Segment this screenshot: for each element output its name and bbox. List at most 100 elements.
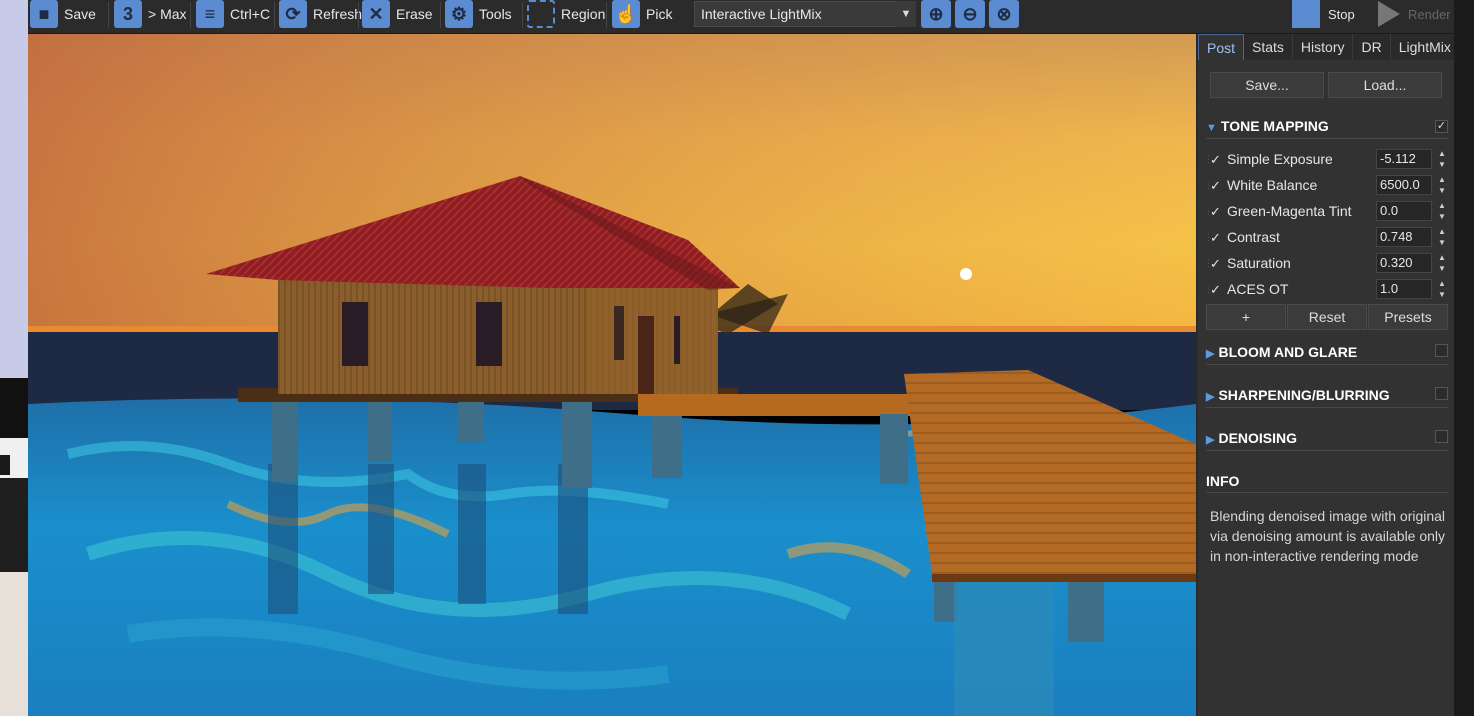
zoom-out-icon[interactable]: ⊖ xyxy=(955,0,985,28)
pick-button[interactable]: ☝ Pick xyxy=(612,0,672,28)
floppy-icon: ■ xyxy=(30,0,58,28)
spinner-icon[interactable]: ▲ ▼ xyxy=(1436,175,1448,195)
desktop-edge xyxy=(0,0,28,716)
spinner-icon[interactable]: ▲ ▼ xyxy=(1436,279,1448,299)
exposure-label: Simple Exposure xyxy=(1227,151,1333,167)
chevron-down-icon[interactable]: ▼ xyxy=(896,1,916,27)
tab-dr[interactable]: DR xyxy=(1353,34,1391,60)
tint-input[interactable]: 0.0 xyxy=(1376,201,1432,221)
tab-history[interactable]: History xyxy=(1293,34,1354,60)
info-text: Blending denoised image with original vi… xyxy=(1210,508,1446,564)
render-image xyxy=(28,34,1196,716)
tools-label: Tools xyxy=(479,6,512,22)
render-viewport[interactable] xyxy=(28,34,1196,716)
tm-row-exposure: ⋮ ✓ Simple Exposure -5.112 ▲ ▼ xyxy=(1204,147,1448,171)
aces-input[interactable]: 1.0 xyxy=(1376,279,1432,299)
denoising-title: DENOISING xyxy=(1218,430,1298,446)
white-balance-checkbox[interactable]: ✓ xyxy=(1210,179,1223,192)
stop-button[interactable]: Stop xyxy=(1292,0,1372,28)
reset-button[interactable]: Reset xyxy=(1287,304,1367,330)
white-balance-input[interactable]: 6500.0 xyxy=(1376,175,1432,195)
denoising-header[interactable]: ▶ DENOISING xyxy=(1206,430,1297,446)
render-mode-value: Interactive LightMix xyxy=(701,6,822,22)
region-icon xyxy=(527,0,555,28)
aces-checkbox[interactable]: ✓ xyxy=(1210,283,1223,296)
spinner-icon[interactable]: ▲ ▼ xyxy=(1436,227,1448,247)
white-balance-label: White Balance xyxy=(1227,177,1318,193)
refresh-button[interactable]: ⟳ Refresh xyxy=(279,0,362,28)
tm-row-white-balance: ⋮ ✓ White Balance 6500.0 ▲ ▼ xyxy=(1204,173,1448,197)
bloom-glare-header[interactable]: ▶ BLOOM AND GLARE xyxy=(1206,344,1357,360)
post-processing-panel: Post Stats History DR LightMix Save... L… xyxy=(1198,34,1460,716)
tone-mapping-checkbox[interactable]: ✓ xyxy=(1435,120,1448,133)
load-preset-button[interactable]: Load... xyxy=(1328,72,1442,98)
close-icon: ✕ xyxy=(362,0,390,28)
gear-icon: ⚙ xyxy=(445,0,473,28)
bloom-glare-checkbox[interactable] xyxy=(1435,344,1448,357)
add-operator-button[interactable]: + xyxy=(1206,304,1286,330)
save-preset-button[interactable]: Save... xyxy=(1210,72,1324,98)
expanded-triangle-icon: ▼ xyxy=(1206,122,1217,134)
saturation-checkbox[interactable]: ✓ xyxy=(1210,257,1223,270)
3dsmax-icon: 3 xyxy=(114,0,142,28)
collapsed-triangle-icon: ▶ xyxy=(1206,348,1215,360)
exposure-checkbox[interactable]: ✓ xyxy=(1210,153,1223,166)
hand-pointer-icon: ☝ xyxy=(612,0,640,28)
spinner-icon[interactable]: ▲ ▼ xyxy=(1436,149,1448,169)
clipboard-icon: ≡ xyxy=(196,0,224,28)
refresh-label: Refresh xyxy=(313,6,363,22)
tm-row-tint: ⋮ ✓ Green-Magenta Tint 0.0 ▲ ▼ xyxy=(1204,199,1448,223)
saturation-label: Saturation xyxy=(1227,255,1291,271)
sharpening-title: SHARPENING/BLURRING xyxy=(1218,387,1390,403)
tone-mapping-header[interactable]: ▼ TONE MAPPING xyxy=(1206,118,1329,134)
save-label: Save xyxy=(64,6,96,22)
info-header: INFO xyxy=(1206,473,1240,489)
sharpening-header[interactable]: ▶ SHARPENING/BLURRING xyxy=(1206,387,1390,403)
region-label: Region xyxy=(561,6,606,22)
spinner-icon[interactable]: ▲ ▼ xyxy=(1436,253,1448,273)
erase-label: Erase xyxy=(396,6,433,22)
sharpening-checkbox[interactable] xyxy=(1435,387,1448,400)
save-button[interactable]: ■ Save xyxy=(30,0,96,28)
copy-label: Ctrl+C xyxy=(230,6,271,22)
window-edge xyxy=(1454,0,1474,716)
tm-row-saturation: ⋮ ✓ Saturation 0.320 ▲ ▼ xyxy=(1204,251,1448,275)
tm-row-contrast: ⋮ ✓ Contrast 0.748 ▲ ▼ xyxy=(1204,225,1448,249)
panel-tabs: Post Stats History DR LightMix xyxy=(1198,34,1460,60)
tone-mapping-title: TONE MAPPING xyxy=(1220,118,1329,134)
max-button[interactable]: 3 > Max xyxy=(114,0,187,28)
render-button[interactable]: Render xyxy=(1378,0,1454,28)
tools-button[interactable]: ⚙ Tools xyxy=(445,0,512,28)
play-icon xyxy=(1378,1,1400,27)
region-button[interactable]: Region xyxy=(527,0,605,28)
tm-row-aces: ⋮ ✓ ACES OT 1.0 ▲ ▼ xyxy=(1204,277,1448,301)
erase-button[interactable]: ✕ Erase xyxy=(362,0,433,28)
copy-button[interactable]: ≡ Ctrl+C xyxy=(196,0,270,28)
render-mode-select[interactable]: Interactive LightMix xyxy=(694,1,916,27)
contrast-label: Contrast xyxy=(1227,229,1280,245)
tab-post[interactable]: Post xyxy=(1198,34,1245,60)
contrast-checkbox[interactable]: ✓ xyxy=(1210,231,1223,244)
collapsed-triangle-icon: ▶ xyxy=(1206,391,1215,403)
refresh-icon: ⟳ xyxy=(279,0,307,28)
aces-label: ACES OT xyxy=(1227,281,1289,297)
saturation-input[interactable]: 0.320 xyxy=(1376,253,1432,273)
frame-buffer-toolbar: ■ Save 3 > Max ≡ Ctrl+C ⟳ Refresh ✕ Eras… xyxy=(28,0,1454,34)
collapsed-triangle-icon: ▶ xyxy=(1206,434,1215,446)
exposure-input[interactable]: -5.112 xyxy=(1376,149,1432,169)
tint-label: Green-Magenta Tint xyxy=(1227,203,1352,219)
presets-button[interactable]: Presets xyxy=(1368,304,1448,330)
pick-label: Pick xyxy=(646,6,673,22)
bloom-glare-title: BLOOM AND GLARE xyxy=(1218,344,1358,360)
contrast-input[interactable]: 0.748 xyxy=(1376,227,1432,247)
tint-checkbox[interactable]: ✓ xyxy=(1210,205,1223,218)
stop-icon xyxy=(1292,0,1320,28)
stop-label: Stop xyxy=(1328,6,1355,22)
zoom-reset-icon[interactable]: ⊗ xyxy=(989,0,1019,28)
spinner-icon[interactable]: ▲ ▼ xyxy=(1436,201,1448,221)
denoising-checkbox[interactable] xyxy=(1435,430,1448,443)
render-label: Render xyxy=(1408,6,1451,22)
zoom-in-icon[interactable]: ⊕ xyxy=(921,0,951,28)
tab-stats[interactable]: Stats xyxy=(1244,34,1293,60)
tab-lightmix[interactable]: LightMix xyxy=(1391,34,1460,60)
